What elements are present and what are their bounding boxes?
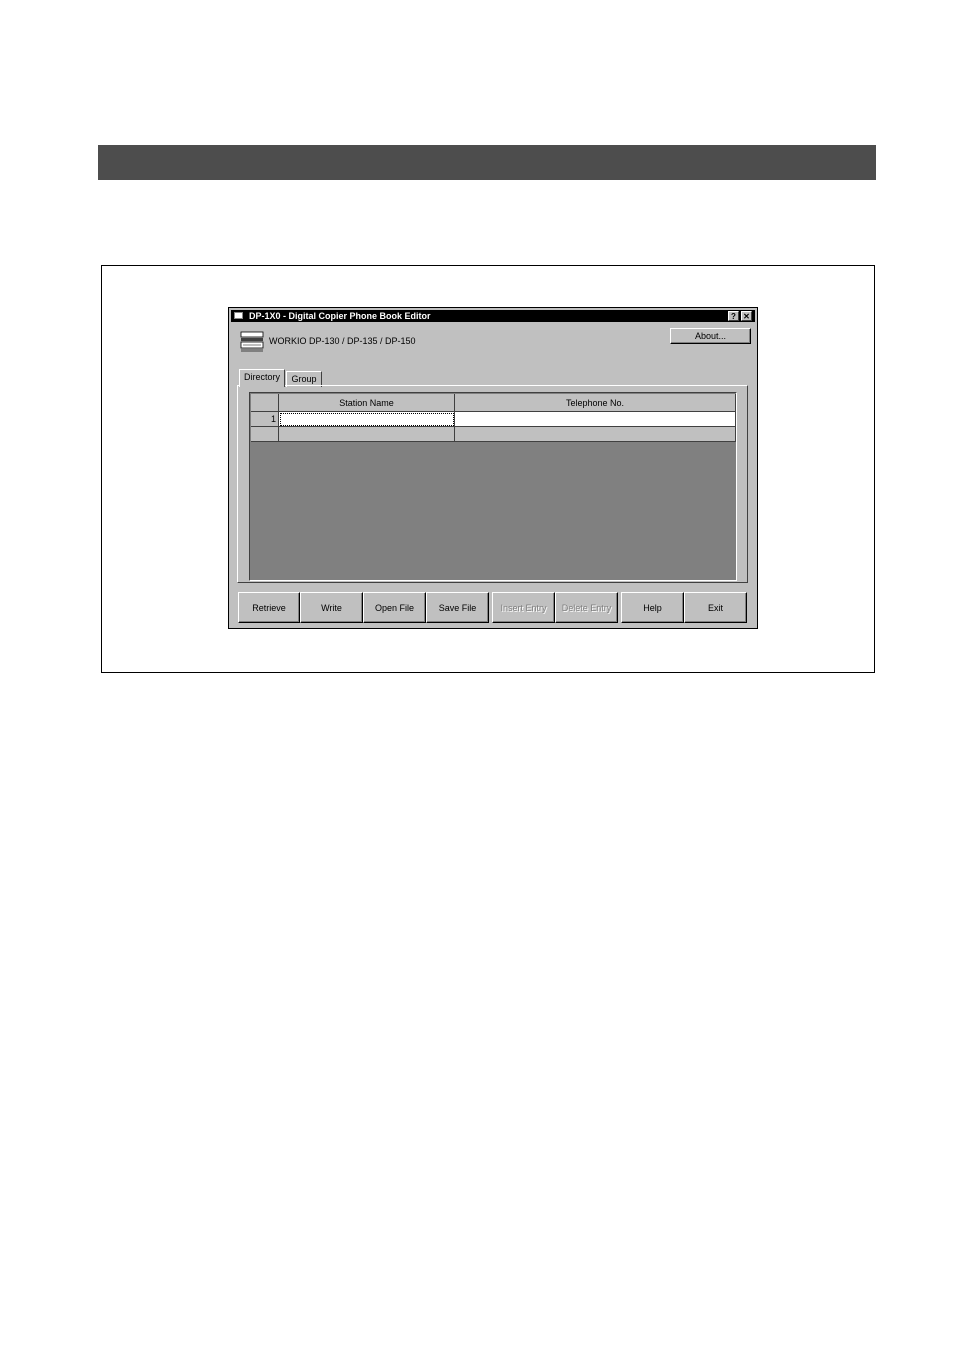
row-header-new[interactable] (251, 427, 279, 442)
insert-entry-button[interactable]: Insert Entry (492, 592, 555, 623)
help-title-button[interactable]: ? (728, 311, 739, 321)
column-header-telephone-no[interactable]: Telephone No. (455, 394, 736, 412)
cell-telephone[interactable] (455, 412, 736, 427)
exit-button[interactable]: Exit (684, 592, 747, 623)
open-file-button[interactable]: Open File (363, 592, 426, 623)
phone-book-editor-window: DP-1X0 - Digital Copier Phone Book Edito… (228, 307, 758, 629)
copier-model-icon (240, 331, 264, 352)
directory-grid[interactable]: Station Name Telephone No. 1 (249, 392, 737, 581)
window-title: DP-1X0 - Digital Copier Phone Book Edito… (249, 311, 431, 321)
retrieve-button[interactable]: Retrieve (238, 592, 300, 623)
grid-corner-header[interactable] (251, 394, 279, 412)
model-label: WORKIO DP-130 / DP-135 / DP-150 (269, 336, 416, 346)
save-file-button[interactable]: Save File (426, 592, 489, 623)
close-button[interactable]: ✕ (741, 311, 752, 321)
help-button[interactable]: Help (621, 592, 684, 623)
cell-station-name[interactable] (279, 412, 455, 427)
about-button[interactable]: About... (670, 328, 751, 344)
cell-station-name-new[interactable] (279, 427, 455, 442)
app-icon[interactable] (234, 312, 243, 319)
title-bar[interactable]: DP-1X0 - Digital Copier Phone Book Edito… (231, 310, 755, 322)
row-header-1[interactable]: 1 (251, 412, 279, 427)
directory-panel: Station Name Telephone No. 1 (237, 385, 748, 583)
column-header-station-name[interactable]: Station Name (279, 394, 455, 412)
write-button[interactable]: Write (300, 592, 363, 623)
tab-directory[interactable]: Directory (239, 369, 285, 387)
delete-entry-button[interactable]: Delete Entry (555, 592, 618, 623)
section-header-bar (98, 145, 876, 180)
cell-telephone-new[interactable] (455, 427, 736, 442)
